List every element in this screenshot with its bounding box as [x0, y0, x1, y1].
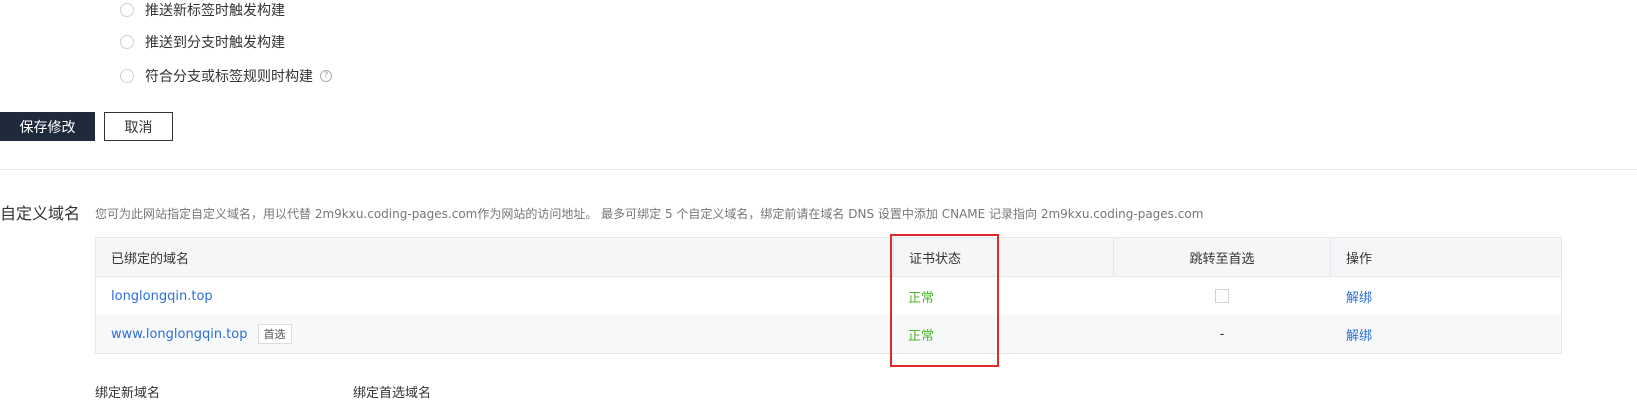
radio-label: 符合分支或标签规则时构建	[145, 69, 313, 85]
radio-label: 推送到分支时触发构建	[145, 35, 285, 51]
redirect-checkbox[interactable]	[1215, 289, 1229, 303]
highlight-box	[890, 234, 999, 367]
domain-link[interactable]: longlongqin.top	[111, 289, 213, 304]
save-button[interactable]: 保存修改	[0, 112, 95, 141]
help-icon[interactable]: ?	[320, 70, 332, 82]
radio-label: 推送新标签时触发构建	[145, 3, 285, 19]
radio-option-new-tag[interactable]: 推送新标签时触发构建	[120, 0, 285, 20]
section-description: 您可为此网站指定自定义域名，用以代替 2m9kxu.coding-pages.c…	[95, 207, 1204, 221]
unbind-link[interactable]: 解绑	[1331, 325, 1561, 344]
radio-button[interactable]	[120, 69, 134, 83]
cancel-button[interactable]: 取消	[104, 112, 173, 141]
section-divider	[0, 169, 1637, 170]
header-redirect: 跳转至首选	[1113, 238, 1331, 276]
section-title: 自定义域名	[0, 204, 81, 223]
preferred-badge: 首选	[257, 324, 292, 344]
table-row: www.longlongqin.top 首选 正常 - 解绑	[96, 315, 1561, 353]
table-row: longlongqin.top 正常 解绑	[96, 277, 1561, 315]
table-header: 已绑定的域名 证书状态 跳转至首选 操作	[96, 238, 1561, 277]
bind-preferred-domain-label: 绑定首选域名	[353, 386, 432, 401]
redirect-cell	[1113, 289, 1331, 303]
radio-option-branch-push[interactable]: 推送到分支时触发构建	[120, 32, 285, 52]
radio-button[interactable]	[120, 35, 134, 49]
radio-button[interactable]	[120, 3, 134, 17]
domain-cell: www.longlongqin.top 首选	[96, 324, 893, 344]
redirect-cell: -	[1219, 326, 1225, 342]
header-action: 操作	[1346, 251, 1373, 267]
domain-cell: longlongqin.top	[96, 289, 893, 304]
header-domain: 已绑定的域名	[111, 251, 190, 267]
domain-link[interactable]: www.longlongqin.top	[111, 327, 248, 342]
bind-new-domain-label: 绑定新域名	[95, 386, 161, 401]
unbind-link[interactable]: 解绑	[1331, 287, 1561, 306]
radio-option-rule-match[interactable]: 符合分支或标签规则时构建 ?	[120, 66, 332, 86]
domain-table: 已绑定的域名 证书状态 跳转至首选 操作 longlongqin.top 正常 …	[95, 237, 1562, 354]
